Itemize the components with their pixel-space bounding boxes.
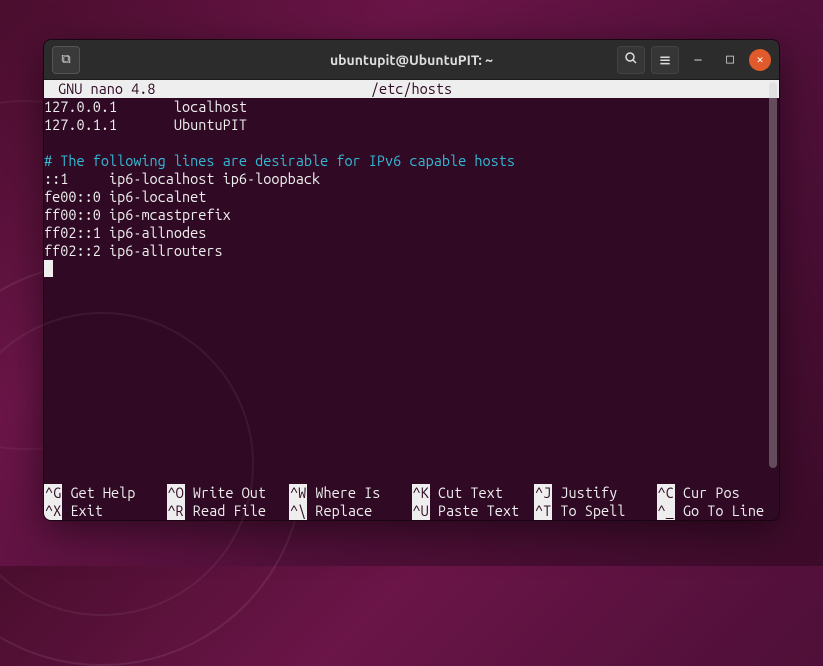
nano-shortcut: ^T To Spell [534,502,657,520]
nano-shortcut: ^X Exit [44,502,167,520]
nano-shortcut: ^C Cur Pos [657,484,780,502]
titlebar: ⧉ ubuntupit@UbuntuPIT: ~ ≡ — □ ✕ [44,40,779,80]
shortcut-label: Get Help [62,484,135,501]
shortcut-label: Justify [552,484,617,501]
new-tab-icon: ⧉ [61,52,70,67]
shortcut-label: Replace [307,502,372,519]
cursor [44,260,53,277]
hamburger-icon: ≡ [660,51,671,69]
editor-line [44,134,779,152]
new-tab-button[interactable]: ⧉ [52,46,80,74]
shortcut-key: ^C [657,484,675,502]
editor-line: ff02::1 ip6-allnodes [44,224,779,242]
editor-line: ::1 ip6-localhost ip6-loopback [44,170,779,188]
nano-shortcut: ^G Get Help [44,484,167,502]
window-title: ubuntupit@UbuntuPIT: ~ [232,52,592,68]
cursor-line [44,260,779,278]
nano-footer: ^G Get Help^O Write Out^W Where Is^K Cut… [44,484,779,520]
shortcut-label: Paste Text [430,502,519,519]
editor-line: 127.0.0.1 localhost [44,98,779,116]
nano-shortcut: ^W Where Is [289,484,412,502]
shortcut-key: ^J [534,484,552,502]
editor-line: # The following lines are desirable for … [44,152,779,170]
editor-line: fe00::0 ip6-localnet [44,188,779,206]
close-button[interactable]: ✕ [749,49,771,71]
minimize-icon: — [694,53,701,67]
close-icon: ✕ [757,53,764,66]
editor-line: ff00::0 ip6-mcastprefix [44,206,779,224]
shortcut-key: ^X [44,502,62,520]
nano-shortcut: ^J Justify [534,484,657,502]
terminal-body[interactable]: GNU nano 4.8 /etc/hosts 127.0.0.1 localh… [44,80,779,520]
nano-editor-area[interactable]: 127.0.0.1 localhost127.0.1.1 UbuntuPIT #… [44,98,779,484]
terminal-window: ⧉ ubuntupit@UbuntuPIT: ~ ≡ — □ ✕ [43,39,780,521]
shortcut-key: ^\ [289,502,307,520]
shortcut-key: ^O [167,484,185,502]
shortcut-label: Where Is [307,484,380,501]
shortcut-key: ^W [289,484,307,502]
shortcut-label: Cut Text [430,484,503,501]
shortcut-label: To Spell [552,502,625,519]
nano-shortcut: ^K Cut Text [412,484,535,502]
menu-button[interactable]: ≡ [651,46,679,74]
shortcut-key: ^_ [657,502,675,520]
minimize-button[interactable]: — [685,46,711,74]
shortcut-label: Read File [185,502,266,519]
nano-shortcut: ^O Write Out [167,484,290,502]
shortcut-key: ^R [167,502,185,520]
search-button[interactable] [617,46,645,74]
shortcut-key: ^U [412,502,430,520]
scrollbar[interactable] [769,82,777,468]
maximize-icon: □ [726,52,734,67]
shortcut-label: Cur Pos [675,484,740,501]
nano-shortcut: ^R Read File [167,502,290,520]
nano-shortcut: ^U Paste Text [412,502,535,520]
shortcut-key: ^T [534,502,552,520]
shortcut-label: Write Out [185,484,266,501]
editor-line: ff02::2 ip6-allrouters [44,242,779,260]
search-icon [624,51,638,68]
nano-filename: /etc/hosts [371,80,452,98]
maximize-button[interactable]: □ [717,46,743,74]
shortcut-key: ^G [44,484,62,502]
nano-shortcut: ^_ Go To Line [657,502,780,520]
nano-shortcut: ^\ Replace [289,502,412,520]
editor-line: 127.0.1.1 UbuntuPIT [44,116,779,134]
shortcut-key: ^K [412,484,430,502]
nano-header: GNU nano 4.8 /etc/hosts [44,80,779,98]
shortcut-label: Go To Line [675,502,764,519]
nano-version: GNU nano 4.8 [58,80,155,98]
shortcut-label: Exit [62,502,103,519]
